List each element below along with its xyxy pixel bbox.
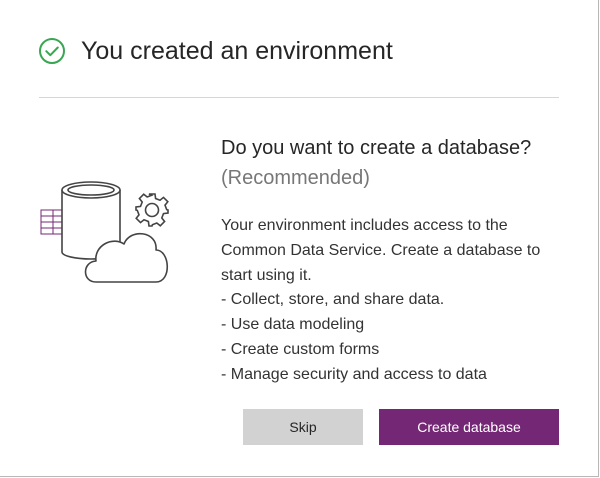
gear-icon bbox=[135, 193, 169, 227]
dialog-title: You created an environment bbox=[81, 37, 393, 65]
dialog-header: You created an environment bbox=[38, 36, 393, 66]
description: Your environment includes access to the … bbox=[221, 214, 566, 388]
create-database-button[interactable]: Create database bbox=[379, 409, 559, 445]
description-bullet: - Manage security and access to data bbox=[221, 365, 487, 383]
dialog-content: Do you want to create a database? (Recom… bbox=[221, 133, 566, 388]
description-bullet: - Collect, store, and share data. bbox=[221, 291, 445, 309]
header-divider bbox=[39, 97, 559, 98]
create-environment-dialog: You created an environment Do you want t… bbox=[0, 0, 599, 477]
check-circle-icon bbox=[39, 38, 65, 64]
description-bullet: - Create custom forms bbox=[221, 340, 380, 358]
description-bullet: - Use data modeling bbox=[221, 316, 365, 334]
recommended-label: (Recommended) bbox=[221, 167, 370, 189]
skip-button[interactable]: Skip bbox=[243, 409, 363, 445]
database-cloud-illustration bbox=[40, 181, 169, 283]
database-question: Do you want to create a database? bbox=[221, 137, 532, 159]
description-intro: Your environment includes access to the … bbox=[221, 217, 541, 284]
